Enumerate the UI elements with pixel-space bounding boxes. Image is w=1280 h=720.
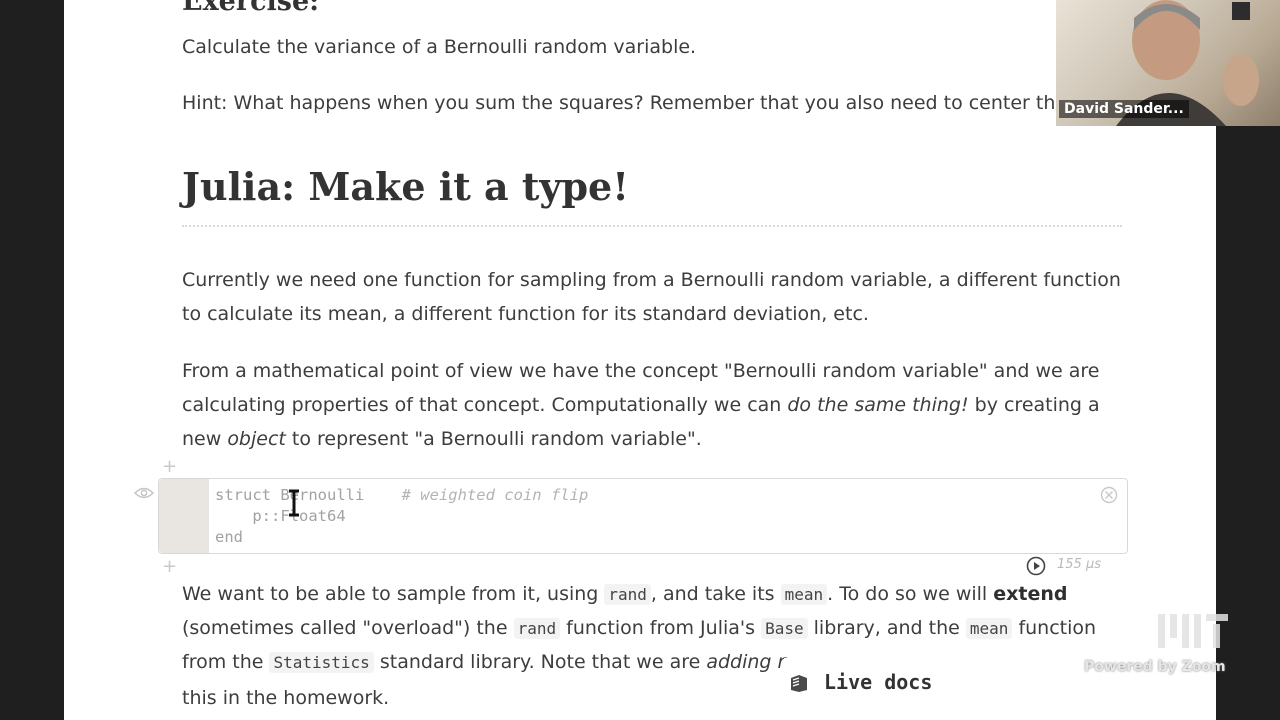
code-editor[interactable]: struct Bernoulli # weighted coin flip p:… [215, 485, 588, 548]
close-icon[interactable] [1100, 486, 1118, 504]
exercise-task: Calculate the variance of a Bernoulli ra… [182, 36, 697, 58]
inline-code: Base [761, 618, 808, 639]
inline-code: rand [604, 584, 651, 605]
cell-drag-handle[interactable] [159, 479, 209, 553]
paragraph-text: to represent "a Bernoulli random variabl… [285, 428, 702, 450]
section-paragraph-2: From a mathematical point of view we hav… [182, 354, 1122, 456]
paragraph-text: function from Julia's [560, 617, 762, 639]
inline-code: mean [965, 618, 1013, 639]
add-cell-above-button[interactable]: + [162, 458, 177, 476]
heading-divider [182, 225, 1122, 227]
code-line: p::Float64 [215, 507, 346, 525]
live-docs-label: Live docs [824, 670, 933, 694]
inline-code: rand [513, 618, 561, 639]
participant-name: David Sander... [1059, 100, 1189, 118]
live-docs-button[interactable]: Live docs [784, 658, 1054, 720]
exercise-hint: Hint: What happens when you sum the squa… [182, 92, 1105, 114]
code-comment: # weighted coin flip [401, 486, 589, 504]
book-icon [791, 675, 807, 692]
paragraph-text: standard library. Note that we are [373, 651, 707, 673]
mit-logo-icon [1158, 614, 1228, 648]
zoom-watermark: Powered by Zoom [1084, 659, 1226, 675]
bold-text: extend [993, 583, 1068, 605]
emphasis-text: adding n [706, 651, 790, 673]
text-cursor-icon [289, 489, 299, 517]
code-line: end [215, 528, 243, 546]
paragraph-text: function [1012, 617, 1097, 639]
section-heading: Julia: Make it a type! [182, 164, 629, 209]
exercise-title: Exercise: [182, 0, 320, 17]
add-cell-below-button[interactable]: + [162, 558, 177, 576]
code-cell[interactable]: struct Bernoulli # weighted coin flip p:… [158, 478, 1128, 554]
paragraph-text: library, and the [807, 617, 966, 639]
notebook-page: Exercise: Calculate the variance of a Be… [64, 0, 1216, 720]
after-paragraph-line-1: We want to be able to sample from it, us… [182, 577, 1122, 612]
inline-code: Statistics [269, 652, 374, 673]
paragraph-text: , and take its [650, 583, 781, 605]
paragraph-text: . To do so we will [827, 583, 994, 605]
paragraph-text: We want to be able to sample from it, us… [182, 583, 605, 605]
eye-icon[interactable] [134, 486, 154, 500]
webcam-video: David Sander... [1056, 0, 1280, 126]
paragraph-text: (sometimes called "overload") the [182, 617, 514, 639]
inline-code: mean [780, 584, 828, 605]
emphasis-text: do the same thing! [787, 394, 969, 416]
section-paragraph-1: Currently we need one function for sampl… [182, 269, 1121, 325]
cell-runtime: 155 μs [1057, 557, 1101, 572]
emphasis-text: object [227, 428, 286, 450]
paragraph-text: from the [182, 651, 270, 673]
after-paragraph-line-2: (sometimes called "overload") the rand f… [182, 611, 1122, 646]
run-cell-button[interactable] [1026, 556, 1046, 576]
